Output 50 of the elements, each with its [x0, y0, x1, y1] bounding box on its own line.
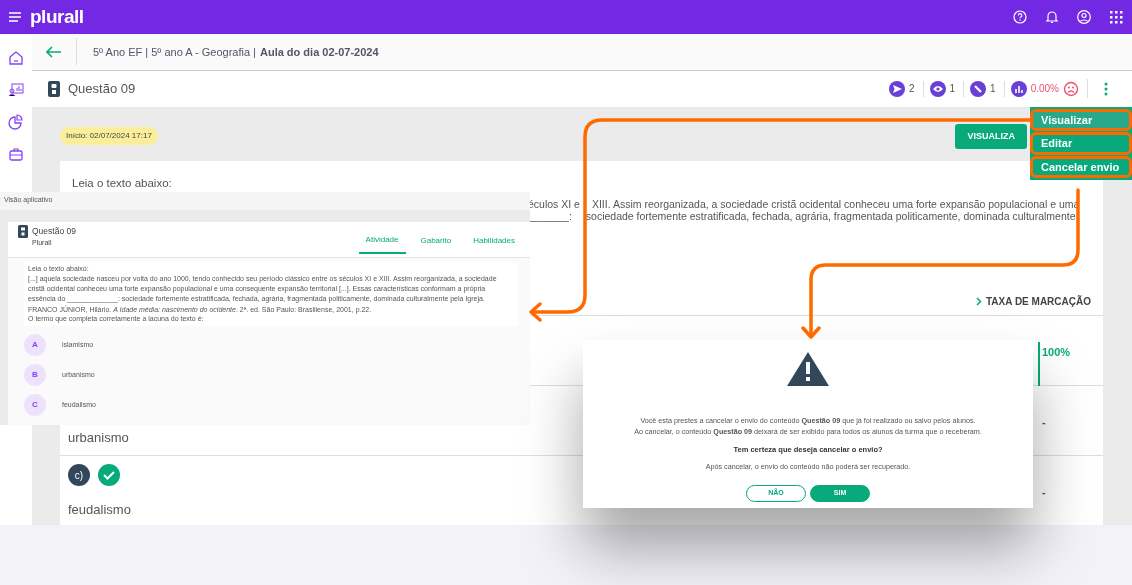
eye-icon	[929, 80, 946, 97]
question-title: Questão 09	[68, 79, 136, 98]
send-icon	[888, 80, 905, 97]
menu-item[interactable]: Editar	[1030, 132, 1132, 155]
briefcase-icon[interactable]	[8, 146, 24, 162]
pencil-icon	[970, 80, 987, 97]
apps-icon[interactable]	[1108, 9, 1124, 25]
option-letter: C	[24, 393, 46, 416]
view-button[interactable]: VISUALIZA	[955, 123, 1027, 149]
pie-chart-icon[interactable]	[8, 114, 24, 130]
text-intro: Leia o texto abaixo:	[72, 176, 172, 191]
bar-chart-icon	[1010, 80, 1027, 97]
start-date-badge: Início: 02/07/2024 17:17	[60, 127, 158, 146]
option-text: feudalismo	[68, 501, 131, 519]
menu-item[interactable]: Visualizar	[1030, 109, 1132, 132]
blank-line: _______:	[528, 210, 572, 222]
rate-value: 100%	[1042, 345, 1071, 358]
tab[interactable]: Gabarito	[413, 224, 459, 254]
menu-item[interactable]: Cancelar envio	[1030, 155, 1132, 178]
breadcrumb-current: Aula do dia 02-07-2024	[259, 44, 379, 60]
sad-face-icon	[1063, 80, 1079, 97]
bell-icon[interactable]	[1044, 9, 1060, 25]
stat-count: 1	[949, 82, 956, 97]
chevron-icon	[976, 297, 982, 306]
menu-icon[interactable]	[8, 11, 22, 23]
passage-line: éculos XI e	[528, 198, 580, 210]
back-arrow-icon[interactable]	[46, 45, 62, 58]
breadcrumb-path: 5º Ano EF | 5º ano A - Geografia |	[93, 44, 256, 60]
question-icon	[18, 225, 28, 238]
stat-count: 0.00%	[1030, 82, 1059, 97]
rate-link[interactable]: TAXA DE MARCAÇÃO	[976, 294, 1091, 309]
help-icon[interactable]	[1012, 9, 1028, 25]
option-letter: c)	[68, 464, 90, 486]
tab[interactable]: Habilidades	[466, 224, 522, 254]
report-icon[interactable]	[8, 82, 24, 98]
stat-count: 1	[990, 82, 996, 97]
rate-value: -	[1042, 415, 1046, 428]
option-letter: A	[24, 333, 46, 356]
tab[interactable]: Atividade	[358, 224, 406, 254]
question-icon	[48, 80, 60, 97]
stat-count: 2	[908, 82, 915, 97]
option-text: urbanismo	[68, 429, 129, 447]
option-letter: B	[24, 363, 46, 386]
home-icon[interactable]	[8, 50, 24, 66]
warning-icon	[786, 351, 830, 387]
user-icon[interactable]	[1076, 9, 1092, 25]
rate-value: -	[1042, 485, 1046, 498]
logo: plurall	[30, 4, 84, 29]
more-options-icon[interactable]	[1104, 82, 1108, 97]
preview-title: Questão 09	[32, 225, 76, 238]
